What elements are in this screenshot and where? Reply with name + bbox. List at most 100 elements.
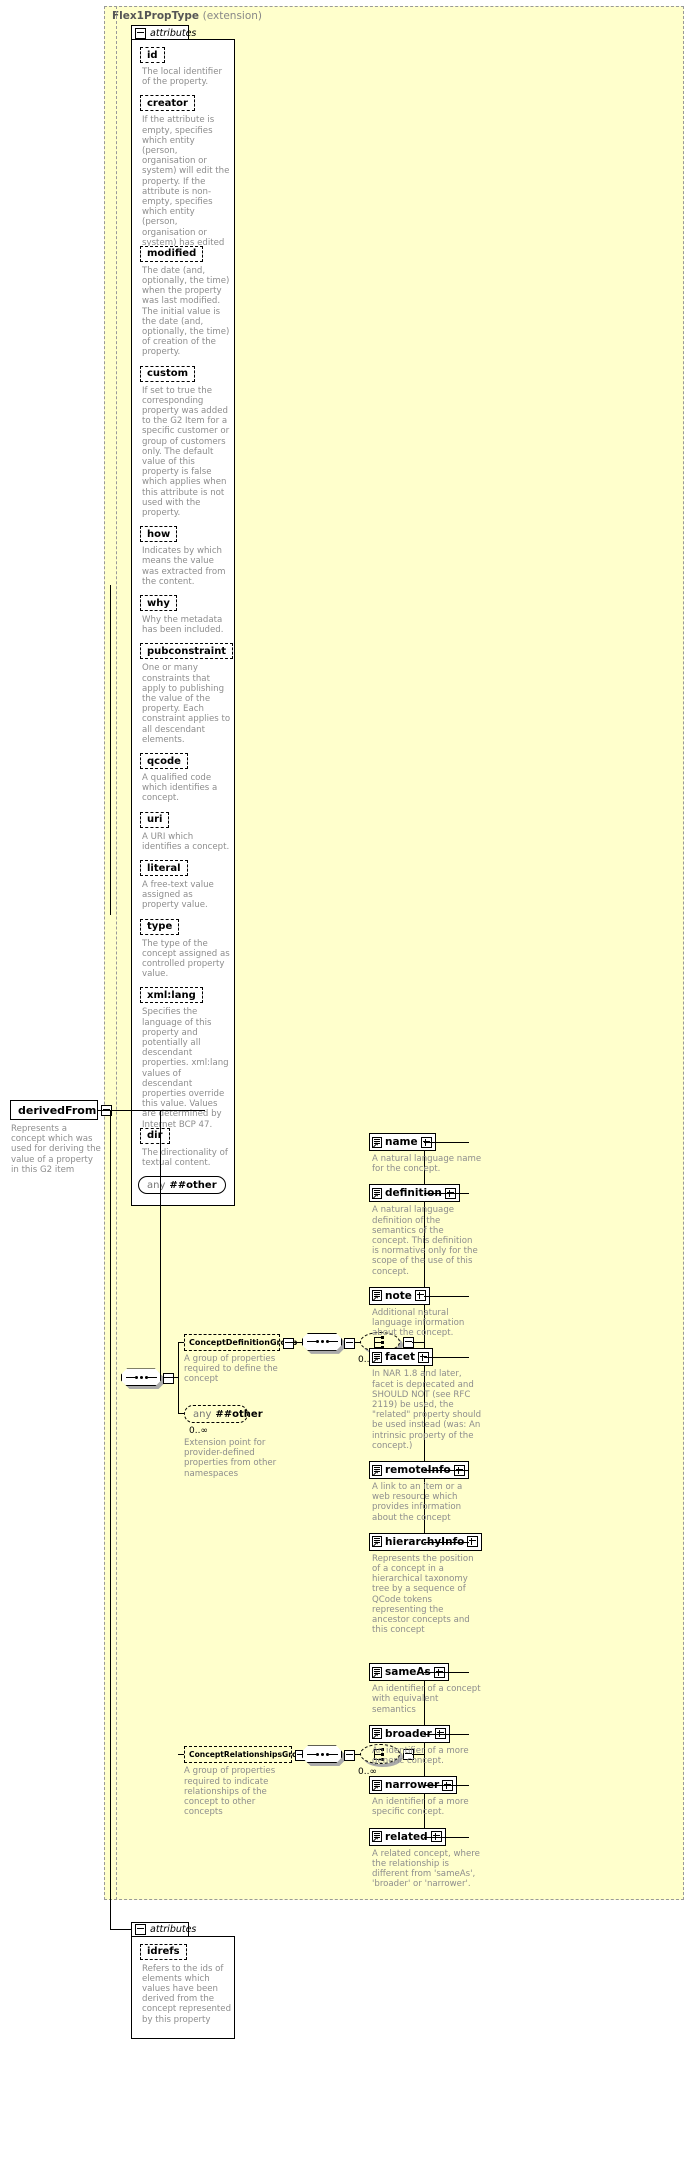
extension-point-any-other[interactable]: any ##other — [184, 1405, 263, 1427]
element-label-facet: facet — [385, 1351, 416, 1364]
element-label-related: related — [385, 1830, 428, 1843]
reference-arrow-icon: ↗ — [372, 1835, 379, 1845]
attribute-dir[interactable]: dir — [140, 1127, 172, 1148]
bottom-attributes-tab[interactable]: attributes — [131, 1921, 196, 1937]
connector-element-stub — [424, 1295, 469, 1297]
document-icon: ↗ — [372, 1831, 382, 1845]
attribute-pubconstraint[interactable]: pubconstraint — [140, 643, 236, 664]
connector-bottom-attr-horiz — [110, 1928, 132, 1930]
cdg-sequence-icon — [302, 1332, 342, 1351]
attribute-description-qcode: A qualified code which identifies a conc… — [142, 773, 218, 804]
attributes-any-label: ##other — [169, 1179, 217, 1191]
concept-relationships-group-label: ConceptRelationshipsGroup — [189, 1750, 309, 1760]
element-description-sameas: An identifier of a concept with equivale… — [372, 1684, 481, 1715]
reference-arrow-icon: ↗ — [372, 1140, 379, 1150]
concept-definition-group[interactable]: ConceptDefinitionGroup — [184, 1333, 297, 1355]
element-description-definition: A natural language definition of the sem… — [372, 1205, 478, 1277]
schema-diagram-canvas: Flex1PropType (extension) attributes id T… — [0, 0, 685, 2178]
connector-element-stub — [424, 1470, 469, 1471]
connector-root-seq-vert — [160, 1110, 161, 1378]
element-description-facet: In NAR 1.8 and later, facet is deprecate… — [372, 1369, 482, 1451]
reference-arrow-icon: ↗ — [372, 1355, 379, 1365]
element-note[interactable]: ↗ note — [369, 1286, 432, 1309]
crg-sequence-icon — [302, 1745, 342, 1764]
document-icon: ↗ — [372, 1728, 382, 1742]
sequence-icon — [121, 1368, 161, 1387]
document-icon: ↗ — [372, 1666, 382, 1680]
cdg-sequence-collapse-icon[interactable] — [344, 1337, 355, 1349]
root-element-description: Represents a concept which was used for … — [11, 1124, 101, 1175]
attributes-any-other[interactable]: any ##other — [138, 1176, 228, 1198]
element-description-related: A related concept, where the relationshi… — [372, 1848, 480, 1890]
concept-relationships-group[interactable]: ConceptRelationshipsGroup — [184, 1746, 308, 1768]
attributes-tab-label: attributes — [150, 27, 197, 39]
element-description-name: A natural language name for the concept. — [372, 1154, 482, 1175]
extension-point-prefix: any — [193, 1408, 212, 1420]
reference-arrow-icon: ↗ — [372, 1468, 379, 1478]
collapse-minus-icon[interactable] — [135, 27, 146, 39]
attributes-tab[interactable]: attributes — [131, 25, 196, 40]
connector-element-stub — [424, 1733, 469, 1735]
attribute-description-how: Indicates by which means the value was e… — [142, 546, 226, 587]
connector-attr-vertical — [110, 585, 111, 915]
attribute-creator[interactable]: creator — [140, 95, 197, 116]
element-description-note: Additional natural language information … — [372, 1307, 465, 1339]
reference-arrow-icon: ↗ — [372, 1294, 379, 1304]
attribute-why[interactable]: why — [140, 595, 179, 615]
attribute-modified[interactable]: modified — [140, 245, 206, 266]
sequence-collapse-icon[interactable] — [163, 1373, 174, 1385]
attribute-description-dir: The directionality of textual content. — [142, 1147, 228, 1168]
connector-root-to-panel — [98, 1110, 160, 1111]
document-icon: ↗ — [372, 1136, 382, 1150]
attribute-uri[interactable]: uri — [140, 811, 173, 832]
element-description-narrower: An identifier of a more specific concept… — [372, 1797, 469, 1818]
concept-definition-group-description: A group of properties required to define… — [184, 1353, 278, 1385]
attribute-type[interactable]: type — [140, 918, 182, 939]
attribute-description-why: Why the metadata has been included. — [142, 615, 224, 636]
connector-cdg-children — [412, 1341, 424, 1343]
element-label-name: name — [385, 1136, 418, 1148]
reference-arrow-icon: ↗ — [372, 1732, 379, 1742]
expand-plus-icon[interactable] — [467, 1536, 479, 1548]
document-icon: ↗ — [372, 1464, 382, 1478]
attribute-idrefs[interactable]: idrefs — [140, 1943, 189, 1964]
attribute-description-custom: If set to true the corresponding propert… — [142, 385, 230, 519]
connector-bottom-attr-vert — [110, 1110, 111, 1929]
connector-element-stub — [424, 1541, 469, 1543]
connector-element-stub — [424, 1142, 469, 1143]
attribute-description-modified: The date (and, optionally, the time) whe… — [142, 265, 230, 358]
reference-arrow-icon: ↗ — [372, 1540, 379, 1550]
reference-arrow-icon: ↗ — [372, 1191, 379, 1201]
connector-root-to-panel-2 — [160, 1110, 205, 1111]
reference-arrow-icon: ↗ — [372, 1670, 379, 1680]
root-element-derivedfrom[interactable]: derivedFrom — [10, 1100, 113, 1124]
bottom-collapse-minus-icon[interactable] — [135, 1924, 146, 1936]
concept-definition-group-label: ConceptDefinitionGroup — [189, 1337, 298, 1347]
document-icon: ↗ — [372, 1536, 382, 1550]
document-icon: ↗ — [372, 1779, 382, 1793]
attribute-description-uri: A URI which identifies a concept. — [142, 831, 230, 852]
cdg-collapse-icon[interactable] — [283, 1337, 294, 1349]
attribute-description-id: The local identifier of the property. — [142, 67, 223, 88]
attribute-custom[interactable]: custom — [140, 365, 198, 386]
attribute-description-xml-lang: Specifies the language of this property … — [142, 1007, 229, 1130]
attribute-xml-lang[interactable]: xml:lang — [140, 987, 205, 1008]
concept-relationships-group-description: A group of properties required to indica… — [184, 1766, 276, 1818]
attribute-how[interactable]: how — [140, 526, 180, 547]
connector-seq-out — [163, 1377, 178, 1379]
attribute-qcode[interactable]: qcode — [140, 753, 190, 773]
connector-element-stub — [424, 1357, 469, 1359]
extension-point-label: ##other — [215, 1408, 263, 1420]
root-element-label: derivedFrom — [18, 1103, 97, 1117]
document-icon: ↗ — [372, 1351, 382, 1365]
document-icon: ↗ — [372, 1187, 382, 1201]
attribute-description-type: The type of the concept assigned as cont… — [142, 938, 230, 980]
attribute-literal[interactable]: literal — [140, 860, 190, 880]
attribute-id[interactable]: id — [140, 47, 167, 67]
crg-sequence-collapse-icon[interactable] — [344, 1750, 355, 1762]
connector-element-stub — [424, 1836, 469, 1838]
element-description-broader: An identifier of a more generic concept. — [372, 1745, 469, 1766]
element-label-note: note — [385, 1289, 412, 1302]
element-description-hierarchyinfo: Represents the position of a concept in … — [372, 1553, 474, 1636]
reference-arrow-icon: ↗ — [372, 1783, 379, 1793]
